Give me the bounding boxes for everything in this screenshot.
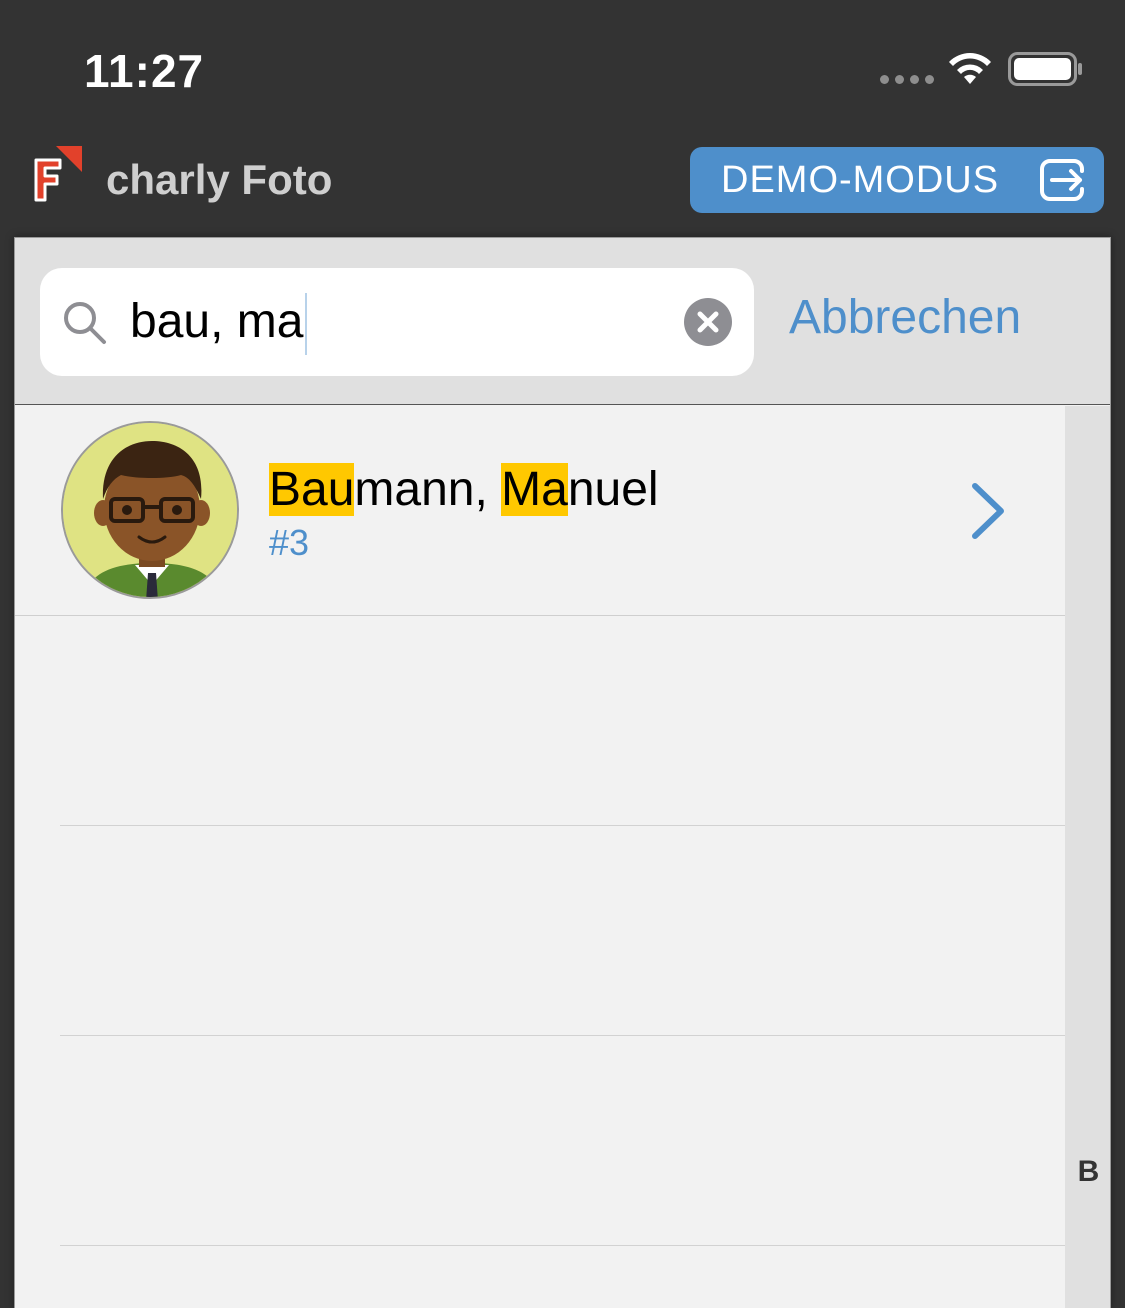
name-text: nuel bbox=[567, 463, 659, 516]
clear-icon[interactable] bbox=[684, 298, 732, 346]
row-separator bbox=[60, 825, 1065, 826]
wifi-icon bbox=[949, 53, 991, 84]
demo-mode-button[interactable]: DEMO-MODUS bbox=[690, 147, 1104, 213]
patient-id: #3 bbox=[269, 522, 310, 563]
search-bar: bau, ma Abbrechen bbox=[15, 238, 1110, 405]
chevron-right-icon[interactable] bbox=[967, 480, 1013, 542]
search-input[interactable]: bau, ma bbox=[130, 292, 308, 356]
name-highlight: Bau bbox=[269, 463, 355, 516]
exit-icon bbox=[1040, 159, 1084, 201]
text-caret bbox=[305, 293, 308, 356]
cancel-button[interactable]: Abbrechen bbox=[789, 290, 1021, 345]
index-letter-b[interactable]: B bbox=[1065, 1155, 1110, 1189]
signal-dots-icon bbox=[880, 75, 934, 84]
charly-logo-icon bbox=[34, 146, 82, 202]
name-text: mann, bbox=[354, 463, 502, 516]
status-time: 11:27 bbox=[84, 45, 205, 97]
patient-name: Baumann, Manuel bbox=[269, 462, 659, 517]
search-field[interactable]: bau, ma bbox=[40, 268, 754, 376]
name-highlight: Ma bbox=[501, 463, 568, 516]
list-item[interactable]: Baumann, Manuel #3 bbox=[15, 406, 1065, 616]
search-icon bbox=[64, 302, 106, 344]
search-panel: bau, ma Abbrechen Baumann, Manuel #3 B bbox=[14, 237, 1111, 1308]
row-separator bbox=[60, 1245, 1065, 1246]
row-separator bbox=[60, 1035, 1065, 1036]
section-index-bar[interactable]: B bbox=[1065, 406, 1110, 1308]
app-header: charly Foto DEMO-MODUS bbox=[0, 130, 1125, 222]
status-bar: 11:27 bbox=[0, 0, 1125, 130]
demo-mode-label: DEMO-MODUS bbox=[721, 158, 1000, 201]
avatar-man-glasses-icon bbox=[61, 421, 239, 599]
app-title: charly Foto bbox=[106, 156, 333, 203]
battery-icon bbox=[1008, 52, 1082, 86]
